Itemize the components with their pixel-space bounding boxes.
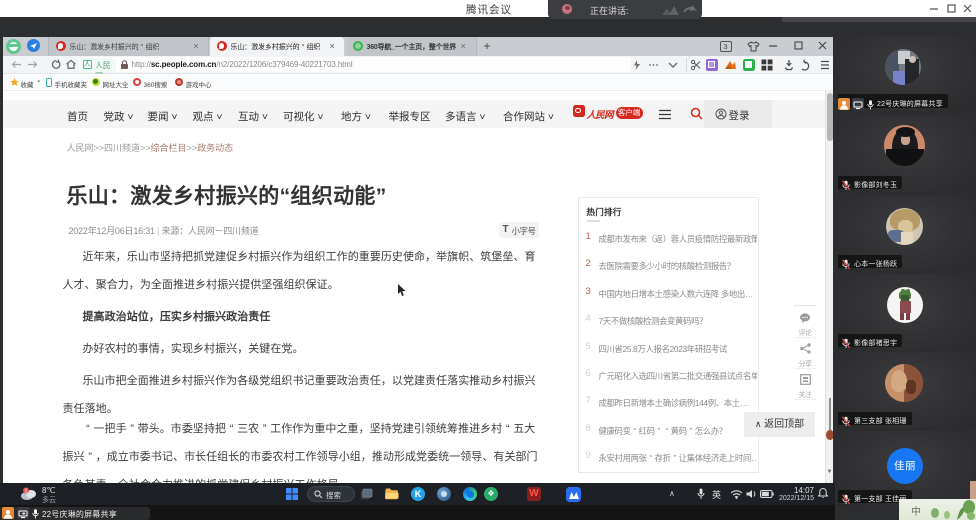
svg-text:1: 1 (25, 489, 28, 495)
